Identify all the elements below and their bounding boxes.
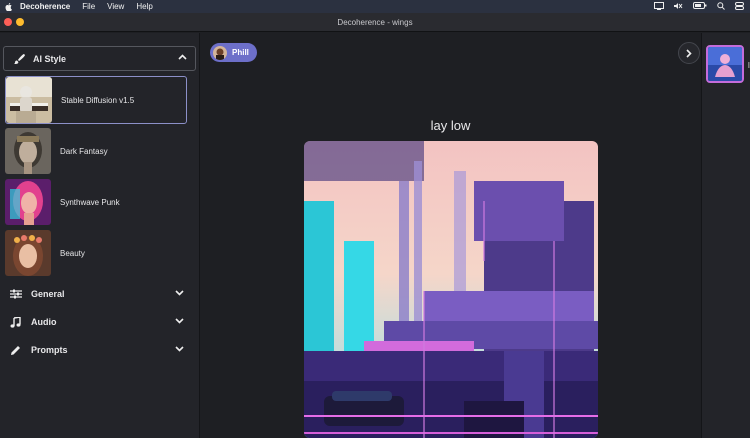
general-section-header[interactable]: General xyxy=(10,285,190,303)
chevron-up-icon xyxy=(178,54,187,60)
next-button[interactable] xyxy=(678,42,700,64)
prompts-label: Prompts xyxy=(31,345,68,355)
style-label-beauty: Beauty xyxy=(60,248,85,258)
synthwave-punk-thumbnail xyxy=(5,179,51,225)
left-sidebar: AI Style Stable Diffusion v1.5 Dark Fant… xyxy=(0,33,200,438)
close-window-button[interactable] xyxy=(4,18,12,26)
main-content: Phill lay low xyxy=(201,33,700,438)
apple-icon[interactable] xyxy=(5,2,12,11)
menubar-status-icons xyxy=(654,0,744,13)
battery-icon[interactable] xyxy=(693,2,707,11)
mute-icon[interactable] xyxy=(674,2,683,12)
user-name: Phill xyxy=(232,48,249,57)
generated-image[interactable] xyxy=(304,141,598,438)
audio-label: Audio xyxy=(31,317,57,327)
style-item-stable-diffusion[interactable]: Stable Diffusion v1.5 xyxy=(5,76,187,124)
style-item-dark-fantasy[interactable]: Dark Fantasy xyxy=(5,127,187,175)
general-label: General xyxy=(31,289,65,299)
brush-icon xyxy=(14,53,25,64)
menu-view[interactable]: View xyxy=(107,2,124,11)
macos-menubar: Decoherence File View Help xyxy=(0,0,750,13)
window-title: Decoherence - wings xyxy=(337,17,413,27)
image-title: lay low xyxy=(430,118,471,133)
ai-style-section-header[interactable]: AI Style xyxy=(3,46,196,71)
menu-app-name[interactable]: Decoherence xyxy=(20,2,70,11)
avatar xyxy=(213,45,227,60)
stable-diffusion-thumbnail xyxy=(6,77,52,123)
display-icon[interactable] xyxy=(654,1,664,12)
style-item-synthwave-punk[interactable]: Synthwave Punk xyxy=(5,178,187,226)
history-thumbnail[interactable] xyxy=(706,45,744,83)
window-controls xyxy=(4,18,24,26)
ai-style-label: AI Style xyxy=(33,53,67,64)
user-chip[interactable]: Phill xyxy=(210,43,257,62)
chevron-down-icon xyxy=(175,290,184,296)
style-item-beauty[interactable]: Beauty xyxy=(5,229,187,277)
music-note-icon xyxy=(10,316,24,328)
control-center-icon[interactable] xyxy=(735,1,744,12)
chevron-down-icon xyxy=(175,346,184,352)
minimize-window-button[interactable] xyxy=(16,18,24,26)
chevron-down-icon xyxy=(175,318,184,324)
pencil-icon xyxy=(10,345,24,356)
style-label-stable-diffusion: Stable Diffusion v1.5 xyxy=(61,95,135,105)
audio-section-header[interactable]: Audio xyxy=(10,313,190,331)
style-label-dark-fantasy: Dark Fantasy xyxy=(60,146,108,156)
dark-fantasy-thumbnail xyxy=(5,128,51,174)
window-titlebar: Decoherence - wings xyxy=(0,13,750,32)
style-label-synthwave-punk: Synthwave Punk xyxy=(60,197,120,207)
menu-file[interactable]: File xyxy=(82,2,95,11)
right-history-strip: la xyxy=(701,33,750,438)
sliders-icon xyxy=(10,289,24,299)
chevron-right-icon xyxy=(686,48,692,58)
search-icon[interactable] xyxy=(717,1,725,12)
beauty-thumbnail xyxy=(5,230,51,276)
prompts-section-header[interactable]: Prompts xyxy=(10,341,190,359)
menu-help[interactable]: Help xyxy=(136,2,152,11)
